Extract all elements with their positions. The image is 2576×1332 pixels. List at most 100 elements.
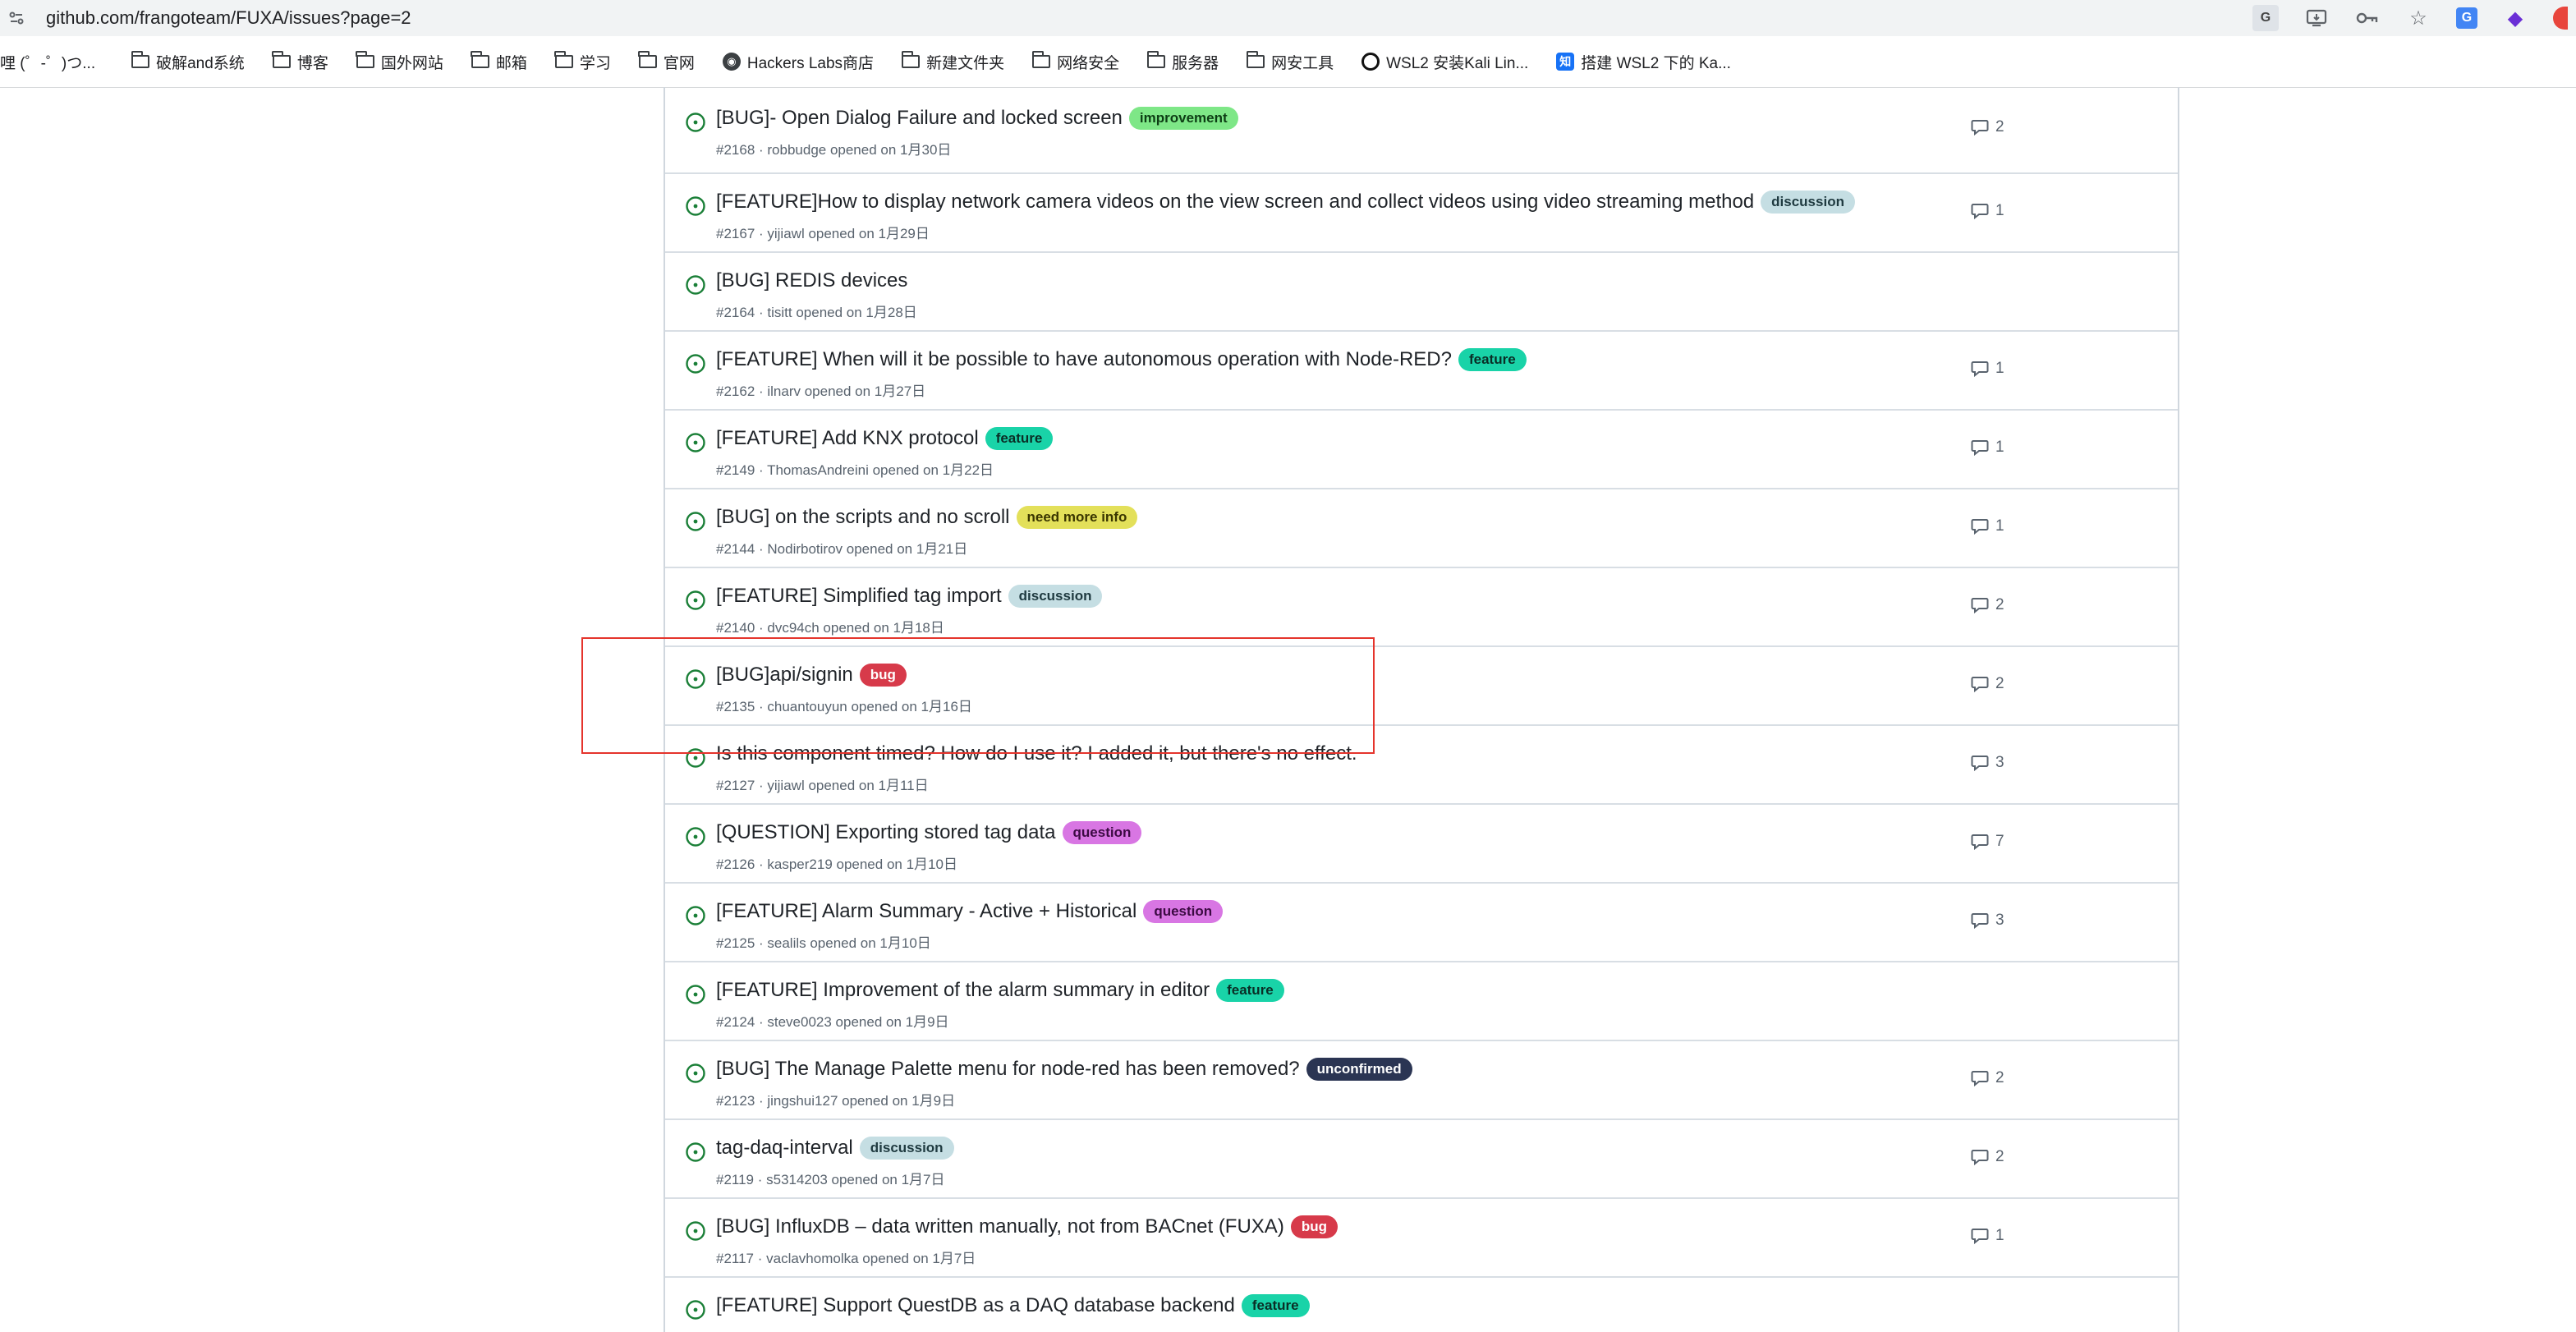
site-info-icon[interactable] <box>0 10 33 26</box>
issue-title-link[interactable]: Is this component timed? How do I use it… <box>716 742 1357 765</box>
issue-label[interactable]: feature <box>1458 348 1527 371</box>
issue-opened-icon <box>686 669 705 689</box>
comment-count-link[interactable]: 3 <box>1971 754 2004 772</box>
google-translate-extension-icon[interactable]: G <box>2456 7 2477 29</box>
issue-label[interactable]: discussion <box>859 1137 954 1160</box>
bookmark-item[interactable]: ◉ Hackers Labs商店 <box>722 51 874 73</box>
issue-opened-icon <box>686 113 705 132</box>
comment-count: 2 <box>1995 596 2004 613</box>
issue-label[interactable]: unconfirmed <box>1306 1058 1412 1081</box>
issue-meta: #2135 · chuantouyun opened on 1月16日 <box>716 699 972 714</box>
bookmark-label: 学习 <box>579 54 611 72</box>
issue-meta: #2123 · jingshui127 opened on 1月9日 <box>716 1093 956 1109</box>
comment-count-link[interactable]: 2 <box>1971 596 2004 614</box>
comment-count-link[interactable]: 1 <box>1971 439 2004 457</box>
issue-meta: #2167 · yijiawl opened on 1月29日 <box>716 226 930 241</box>
bookmark-item[interactable]: 新建文件夹 <box>901 51 1005 73</box>
issue-row: tag-daq-interval discussion #2119 · s53142… <box>665 1118 2178 1197</box>
issue-row: [BUG] REDIS devices #2164 · tisitt opened… <box>665 251 2178 330</box>
comment-count-link[interactable]: 2 <box>1971 1148 2004 1166</box>
issue-meta: #2117 · vaclavhomolka opened on 1月7日 <box>716 1251 976 1266</box>
folder-icon <box>554 51 573 68</box>
comment-icon <box>1971 1071 1989 1086</box>
bookmark-label: 国外网站 <box>380 54 443 72</box>
bookmark-label: 博客 <box>296 54 328 72</box>
issue-title-link[interactable]: [BUG] REDIS devices <box>716 269 907 292</box>
folder-icon <box>471 51 489 68</box>
install-app-icon[interactable] <box>2303 5 2330 31</box>
issue-title-link[interactable]: tag-daq-interval <box>716 1137 853 1160</box>
bookmark-item[interactable]: 破解and系统 <box>131 51 245 73</box>
extension-profile-icon[interactable] <box>2553 7 2568 30</box>
bookmark-item[interactable]: 学习 <box>554 51 611 73</box>
comment-icon <box>1971 756 1989 771</box>
issue-row: [FEATURE]How to display network camera v… <box>665 172 2178 251</box>
url-field[interactable]: github.com/frangoteam/FUXA/issues?page=2 <box>46 7 411 29</box>
issue-title-link[interactable]: [FEATURE] Improvement of the alarm summa… <box>716 979 1210 1002</box>
comment-count: 1 <box>1995 1227 2004 1244</box>
comment-icon <box>1971 204 1989 219</box>
comment-count-link[interactable]: 1 <box>1971 202 2004 220</box>
comment-count-link[interactable]: 1 <box>1971 1227 2004 1245</box>
issue-label[interactable]: discussion <box>1008 585 1103 608</box>
issue-opened-icon <box>686 590 705 610</box>
bookmark-item[interactable]: 知搭建 WSL2 下的 Ka... <box>1556 51 1731 73</box>
folder-icon <box>356 51 374 68</box>
issue-row: [FEATURE] Improvement of the alarm summa… <box>665 961 2178 1040</box>
issue-label[interactable]: question <box>1143 900 1224 923</box>
issue-row: [QUESTION] Exporting stored tag data ques… <box>665 803 2178 882</box>
extension-diamond-icon[interactable]: ◆ <box>2502 5 2528 31</box>
bookmark-item[interactable]: 国外网站 <box>356 51 443 73</box>
issue-title-link[interactable]: [BUG]api/signin <box>716 664 853 687</box>
comment-count-link[interactable]: 1 <box>1971 360 2004 378</box>
issue-label[interactable]: need more info <box>1016 506 1138 529</box>
bookmark-item[interactable]: 博客 <box>272 51 328 73</box>
issue-title-link[interactable]: [FEATURE] Alarm Summary - Active + Histo… <box>716 900 1136 923</box>
bookmark-label: 新建文件夹 <box>926 54 1005 72</box>
issue-title-link[interactable]: [BUG]- Open Dialog Failure and locked sc… <box>716 107 1123 130</box>
comment-count-link[interactable]: 3 <box>1971 912 2004 930</box>
bookmark-item[interactable]: 网安工具 <box>1246 51 1334 73</box>
bookmark-item[interactable]: 邮箱 <box>471 51 527 73</box>
bookmark-label: 哩 (゜-゜)つ... <box>0 54 96 72</box>
bookmark-item[interactable]: WSL2 安装Kali Lin... <box>1361 51 1528 73</box>
issue-title-link[interactable]: [BUG] on the scripts and no scroll <box>716 506 1010 529</box>
issue-label[interactable]: improvement <box>1128 107 1238 130</box>
bookmark-item[interactable]: 哩 (゜-゜)つ... <box>0 51 95 73</box>
bookmark-item[interactable]: 服务器 <box>1146 51 1219 73</box>
issue-label[interactable]: question <box>1062 821 1142 844</box>
issue-row: [BUG] The Manage Palette menu for node-r… <box>665 1040 2178 1118</box>
comment-count-link[interactable]: 7 <box>1971 833 2004 851</box>
issue-title-link[interactable]: [FEATURE] Add KNX protocol <box>716 427 979 450</box>
issue-title-link[interactable]: [FEATURE]How to display network camera v… <box>716 191 1754 214</box>
translate-icon[interactable]: G <box>2252 5 2279 31</box>
issue-title-link[interactable]: [FEATURE] Simplified tag import <box>716 585 1002 608</box>
issue-title-link[interactable]: [QUESTION] Exporting stored tag data <box>716 821 1056 844</box>
issue-title-link[interactable]: [BUG] InfluxDB – data written manually, … <box>716 1215 1284 1238</box>
issue-title-link[interactable]: [BUG] The Manage Palette menu for node-r… <box>716 1058 1300 1081</box>
issue-title-link[interactable]: [FEATURE] When will it be possible to ha… <box>716 348 1452 371</box>
address-bar: github.com/frangoteam/FUXA/issues?page=2… <box>0 0 2576 36</box>
issue-label[interactable]: feature <box>985 427 1054 450</box>
issue-label[interactable]: feature <box>1216 979 1284 1002</box>
comment-count-link[interactable]: 2 <box>1971 1069 2004 1087</box>
password-key-icon[interactable] <box>2354 5 2381 31</box>
issue-label[interactable]: bug <box>1290 1215 1338 1238</box>
issue-label[interactable]: discussion <box>1761 191 1855 214</box>
issue-row: [BUG]- Open Dialog Failure and locked sc… <box>665 87 2178 172</box>
bookmark-item[interactable]: 官网 <box>638 51 695 73</box>
bookmark-star-icon[interactable]: ☆ <box>2405 5 2431 31</box>
comment-count: 1 <box>1995 517 2004 535</box>
issue-label[interactable]: bug <box>859 664 907 687</box>
comment-count: 3 <box>1995 754 2004 771</box>
bookmark-item[interactable]: 网络安全 <box>1031 51 1119 73</box>
issue-list: [BUG]- Open Dialog Failure and locked sc… <box>664 87 2179 1332</box>
issue-label[interactable]: feature <box>1241 1294 1310 1317</box>
issue-title-link[interactable]: [FEATURE] Support QuestDB as a DAQ datab… <box>716 1294 1235 1317</box>
issue-opened-icon <box>686 1221 705 1241</box>
comment-count-link[interactable]: 2 <box>1971 118 2004 136</box>
comment-count-link[interactable]: 2 <box>1971 675 2004 693</box>
issue-row: [BUG]api/signin bug #2135 · chuantouyun op… <box>665 645 2178 724</box>
comment-count-link[interactable]: 1 <box>1971 517 2004 535</box>
bookmark-label: 邮箱 <box>495 54 527 72</box>
